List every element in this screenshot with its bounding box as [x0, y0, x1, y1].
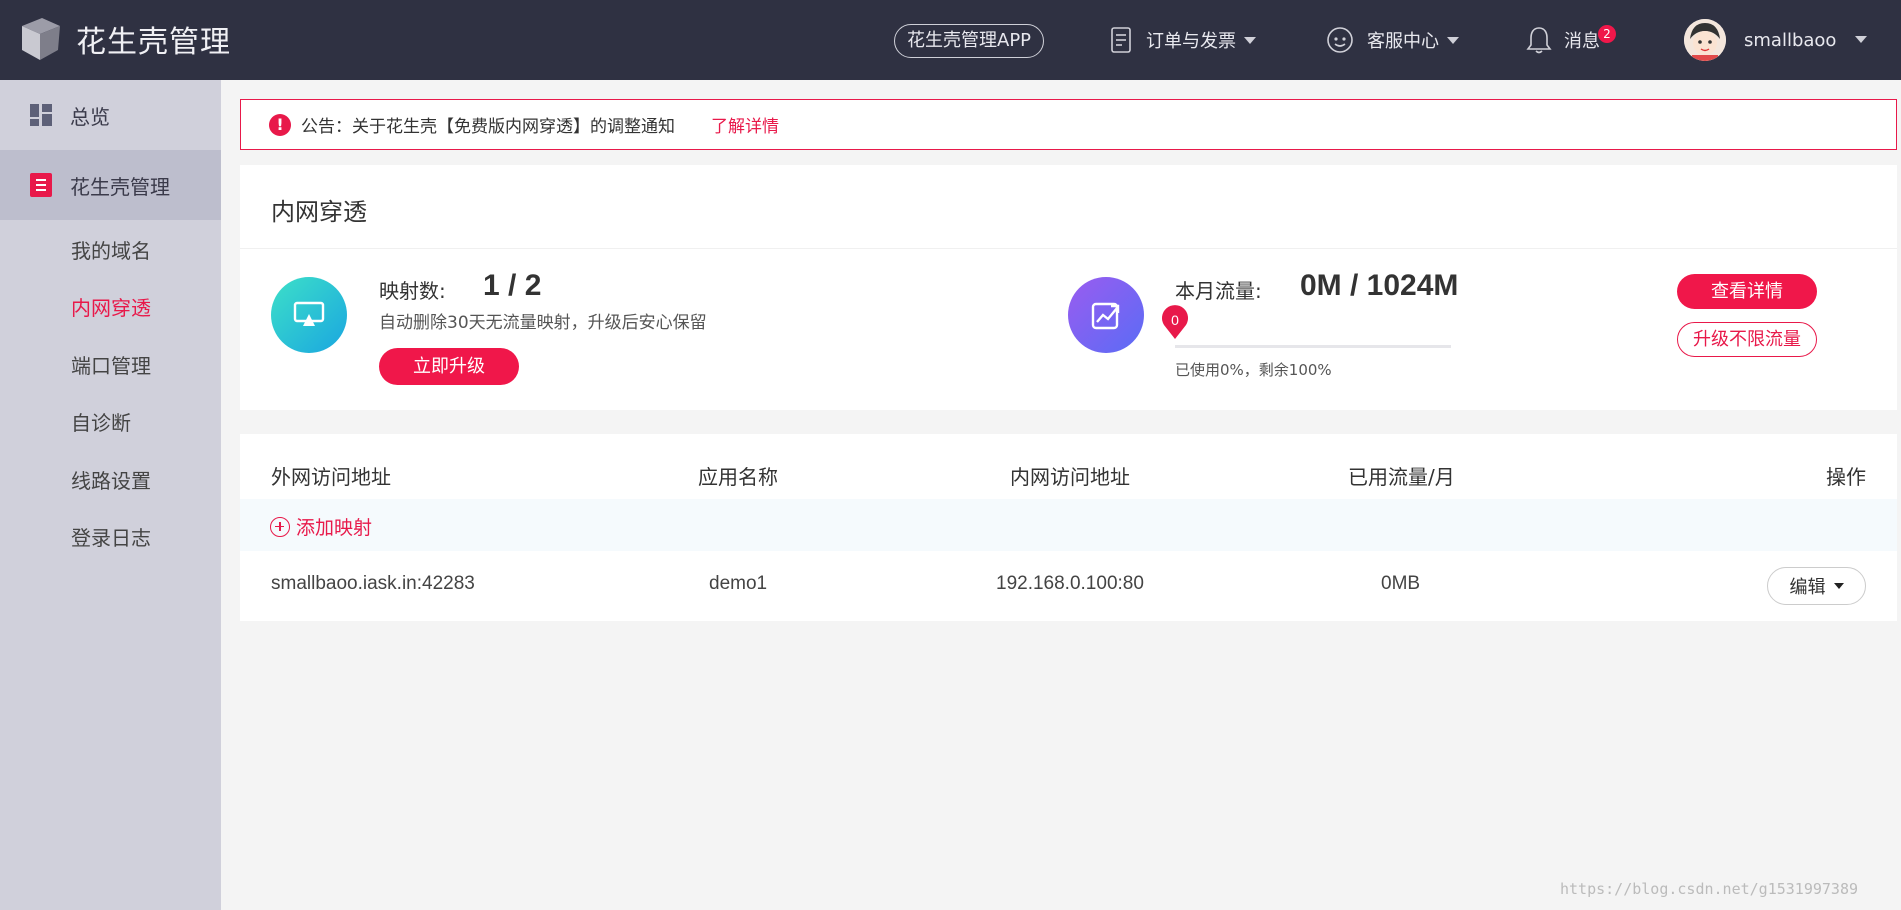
upgrade-now-button[interactable]: 立即升级 [379, 348, 519, 385]
add-mapping-label: 添加映射 [296, 517, 373, 539]
sidebar-item-label: 总览 [70, 104, 110, 129]
messages-label: 消息 [1564, 31, 1600, 52]
page-title: 内网穿透 [271, 198, 367, 226]
sidebar-item-domains[interactable]: 我的域名 [71, 235, 151, 264]
dashboard-icon [30, 104, 52, 126]
traffic-progress-bar [1175, 345, 1451, 348]
announcement-bar: ! 公告：关于花生壳【免费版内网穿透】的调整通知 了解详情 [240, 99, 1897, 150]
traffic-label: 本月流量: [1175, 279, 1262, 303]
announcement-text: 公告：关于花生壳【免费版内网穿透】的调整通知 [301, 117, 675, 137]
view-details-button[interactable]: 查看详情 [1677, 274, 1817, 309]
traffic-cell: 0MB [1381, 573, 1421, 594]
top-bar: 花生壳管理 花生壳管理APP 订单与发票 客服中心 消息 2 smallbaoo [0, 0, 1901, 80]
traffic-marker-value: 0 [1171, 312, 1179, 328]
app-download-button[interactable]: 花生壳管理APP [894, 24, 1045, 58]
bell-icon [1526, 27, 1552, 54]
column-header: 内网访问地址 [1010, 465, 1130, 489]
sidebar-group-label: 花生壳管理 [70, 174, 170, 199]
support-label: 客服中心 [1367, 31, 1439, 52]
chevron-down-icon [1447, 36, 1459, 44]
invoice-icon [1111, 27, 1131, 53]
brand-name: 花生壳管理 [76, 25, 231, 60]
messages-label-wrap: 消息 2 [1564, 25, 1616, 53]
sidebar-item-overview[interactable]: 总览 [0, 80, 221, 150]
user-menu-chevron-down-icon[interactable] [1855, 36, 1867, 43]
column-header: 操作 [1826, 465, 1866, 489]
sidebar-item-routes[interactable]: 线路设置 [71, 465, 151, 494]
trend-chart-icon [1091, 302, 1120, 330]
mapping-count-label: 映射数: [379, 279, 446, 303]
orders-label: 订单与发票 [1146, 31, 1236, 52]
mapping-count-value: 1 / 2 [483, 269, 542, 302]
messages-badge: 2 [1598, 25, 1616, 43]
sidebar-item-ports[interactable]: 端口管理 [71, 350, 151, 379]
add-mapping-button[interactable]: 添加映射 [270, 513, 372, 540]
sidebar: 总览 花生壳管理 我的域名 内网穿透 端口管理 自诊断 线路设置 登录日志 [0, 80, 221, 910]
username: smallbaoo [1744, 29, 1837, 51]
avatar [1684, 19, 1726, 61]
sidebar-group-peanut[interactable]: 花生壳管理 [0, 150, 221, 220]
mapping-icon [271, 277, 347, 353]
traffic-icon [1068, 277, 1144, 353]
tunnel-summary-card: 内网穿透 映射数: 1 / 2 自动删除30天无流量映射，升级后安心保留 立即升… [240, 165, 1897, 410]
app-name-cell: demo1 [709, 573, 768, 594]
sidebar-item-tunnel[interactable]: 内网穿透 [71, 292, 151, 321]
internal-address-cell: 192.168.0.100:80 [996, 573, 1144, 594]
peanut-box-logo-icon [22, 18, 60, 60]
watermark: https://blog.csdn.net/g1531997389 [1560, 880, 1859, 898]
sidebar-item-diagnose[interactable]: 自诊断 [71, 407, 131, 436]
traffic-usage-note: 已使用0%，剩余100% [1175, 361, 1332, 379]
edit-label: 编辑 [1789, 577, 1826, 598]
list-document-icon [30, 173, 52, 197]
traffic-value: 0M / 1024M [1300, 269, 1459, 302]
external-address-cell[interactable]: smallbaoo.iask.in:42283 [271, 573, 475, 595]
upgrade-unlimited-button[interactable]: 升级不限流量 [1677, 322, 1817, 357]
column-header: 已用流量/月 [1348, 465, 1455, 489]
edit-dropdown-button[interactable]: 编辑 [1767, 567, 1866, 605]
customer-service-icon [1327, 27, 1353, 53]
add-mapping-row: 添加映射 [240, 499, 1897, 551]
column-header: 外网访问地址 [271, 465, 391, 489]
plus-circle-icon [270, 516, 290, 537]
logo[interactable]: 花生壳管理 [18, 16, 231, 62]
exclamation-icon: ! [269, 113, 291, 136]
divider [240, 248, 1897, 249]
mapping-hint: 自动删除30天无流量映射，升级后安心保留 [379, 313, 707, 333]
user-menu[interactable]: smallbaoo [1684, 19, 1836, 61]
sidebar-item-login-log[interactable]: 登录日志 [71, 522, 151, 551]
screen-cast-icon [293, 301, 325, 326]
support-menu[interactable]: 客服中心 [1325, 22, 1459, 58]
chevron-down-icon [1833, 583, 1844, 589]
announcement-details-link[interactable]: 了解详情 [711, 112, 779, 137]
mapping-table: 外网访问地址 应用名称 内网访问地址 已用流量/月 操作 添加映射 smallb… [240, 434, 1897, 621]
chevron-down-icon [1244, 36, 1256, 44]
orders-menu[interactable]: 订单与发票 [1110, 22, 1256, 58]
column-header: 应用名称 [698, 465, 778, 489]
messages-link[interactable]: 消息 2 [1526, 22, 1616, 58]
avatar-image [1684, 19, 1726, 61]
